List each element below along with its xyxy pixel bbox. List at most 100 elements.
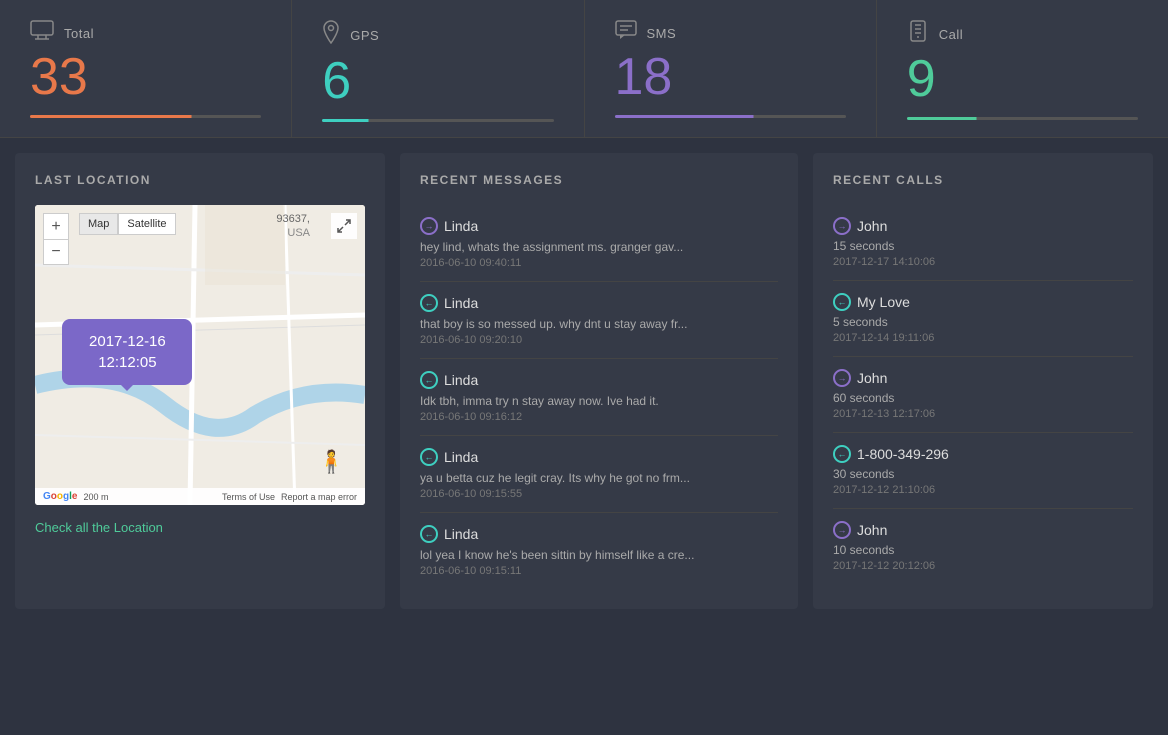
map-usa-label: USA: [287, 227, 310, 239]
call-item: ← My Love 5 seconds 2017-12-14 19:11:06: [833, 281, 1133, 357]
call-duration: 60 seconds: [833, 391, 1133, 405]
message-sender-name: Linda: [444, 526, 478, 542]
stat-call: Call 9: [877, 0, 1168, 137]
map-expand-button[interactable]: [331, 213, 357, 239]
call-value: 9: [907, 53, 1138, 105]
message-text: lol yea I know he's been sittin by himse…: [420, 548, 778, 562]
map-report: Report a map error: [281, 492, 357, 502]
total-label: Total: [64, 26, 94, 41]
call-item: → John 10 seconds 2017-12-12 20:12:06: [833, 509, 1133, 584]
gps-label: GPS: [350, 28, 379, 43]
recent-calls-title: RECENT CALLS: [833, 173, 1133, 187]
map-type-map-button[interactable]: Map: [79, 213, 118, 235]
call-contact-name: John: [857, 370, 887, 386]
message-time: 2016-06-10 09:15:55: [420, 488, 778, 500]
message-item: → Linda hey lind, whats the assignment m…: [420, 205, 778, 282]
call-direction-icon: →: [833, 369, 851, 387]
map-overlay-text: 93637,: [276, 213, 310, 225]
call-contact-name: My Love: [857, 294, 910, 310]
call-contact-name: 1-800-349-296: [857, 446, 949, 462]
message-text: hey lind, whats the assignment ms. grang…: [420, 240, 778, 254]
map-popup: 2017-12-16 12:12:05: [62, 319, 192, 385]
main-content: LAST LOCATION: [0, 138, 1168, 624]
message-time: 2016-06-10 09:40:11: [420, 257, 778, 269]
map-footer: Google 200 m Terms of Use Report a map e…: [35, 488, 365, 505]
gps-value: 6: [322, 55, 553, 107]
message-text: that boy is so messed up. why dnt u stay…: [420, 317, 778, 331]
message-sender-row: ← Linda: [420, 525, 778, 543]
stats-bar: Total 33 GPS 6: [0, 0, 1168, 138]
call-time: 2017-12-14 19:11:06: [833, 332, 1133, 344]
call-duration: 5 seconds: [833, 315, 1133, 329]
recent-calls-panel: RECENT CALLS → John 15 seconds 2017-12-1…: [813, 153, 1153, 609]
message-sender-row: ← Linda: [420, 448, 778, 466]
sms-value: 18: [615, 51, 846, 103]
call-time: 2017-12-13 12:17:06: [833, 408, 1133, 420]
stat-total: Total 33: [0, 0, 292, 137]
call-time: 2017-12-12 20:12:06: [833, 560, 1133, 572]
sms-bar: [615, 115, 846, 118]
total-value: 33: [30, 51, 261, 103]
message-sender-row: ← Linda: [420, 294, 778, 312]
calls-list: → John 15 seconds 2017-12-17 14:10:06 ← …: [833, 205, 1133, 584]
message-item: ← Linda ya u betta cuz he legit cray. It…: [420, 436, 778, 513]
last-location-title: LAST LOCATION: [35, 173, 365, 187]
check-location-link[interactable]: Check all the Location: [35, 520, 163, 535]
message-item: ← Linda that boy is so messed up. why dn…: [420, 282, 778, 359]
recent-messages-title: RECENT MESSAGES: [420, 173, 778, 187]
message-sender-name: Linda: [444, 218, 478, 234]
call-direction-icon: ←: [833, 445, 851, 463]
call-time: 2017-12-17 14:10:06: [833, 256, 1133, 268]
map-popup-time: 12:12:05: [80, 354, 174, 371]
map-container: 93637, USA + − Map Satellite: [35, 205, 365, 505]
sms-icon: [615, 20, 637, 46]
map-type-controls: Map Satellite: [79, 213, 176, 235]
map-zoom-out-button[interactable]: −: [43, 239, 69, 265]
map-zoom-controls: + −: [43, 213, 69, 265]
message-sender-row: → Linda: [420, 217, 778, 235]
call-item: → John 60 seconds 2017-12-13 12:17:06: [833, 357, 1133, 433]
call-duration: 10 seconds: [833, 543, 1133, 557]
message-time: 2016-06-10 09:15:11: [420, 565, 778, 577]
call-bar: [907, 117, 1138, 120]
messages-list: → Linda hey lind, whats the assignment m…: [420, 205, 778, 589]
gps-bar: [322, 119, 553, 122]
message-text: Idk tbh, imma try n stay away now. Ive h…: [420, 394, 778, 408]
contact-direction-icon: ←: [420, 294, 438, 312]
message-text: ya u betta cuz he legit cray. Its why he…: [420, 471, 778, 485]
google-logo: Google: [43, 491, 77, 502]
sms-label: SMS: [647, 26, 677, 41]
call-contact-row: ← My Love: [833, 293, 1133, 311]
message-time: 2016-06-10 09:20:10: [420, 334, 778, 346]
call-direction-icon: →: [833, 521, 851, 539]
stat-gps: GPS 6: [292, 0, 584, 137]
monitor-icon: [30, 20, 54, 46]
map-terms: Terms of Use: [222, 492, 275, 502]
map-scale: 200 m: [83, 492, 108, 502]
call-direction-icon: ←: [833, 293, 851, 311]
map-zoom-in-button[interactable]: +: [43, 213, 69, 239]
contact-direction-icon: ←: [420, 371, 438, 389]
call-item: → John 15 seconds 2017-12-17 14:10:06: [833, 205, 1133, 281]
stat-sms: SMS 18: [585, 0, 877, 137]
last-location-panel: LAST LOCATION: [15, 153, 385, 609]
call-label: Call: [939, 27, 963, 42]
call-contact-name: John: [857, 218, 887, 234]
call-direction-icon: →: [833, 217, 851, 235]
message-item: ← Linda Idk tbh, imma try n stay away no…: [420, 359, 778, 436]
call-icon: [907, 20, 929, 48]
call-contact-row: ← 1-800-349-296: [833, 445, 1133, 463]
message-sender-name: Linda: [444, 295, 478, 311]
contact-direction-icon: →: [420, 217, 438, 235]
recent-messages-panel: RECENT MESSAGES → Linda hey lind, whats …: [400, 153, 798, 609]
call-contact-row: → John: [833, 217, 1133, 235]
map-type-satellite-button[interactable]: Satellite: [118, 213, 175, 235]
message-sender-name: Linda: [444, 449, 478, 465]
call-contact-name: John: [857, 522, 887, 538]
call-duration: 30 seconds: [833, 467, 1133, 481]
map-popup-date: 2017-12-16: [80, 333, 174, 350]
message-time: 2016-06-10 09:16:12: [420, 411, 778, 423]
call-duration: 15 seconds: [833, 239, 1133, 253]
call-time: 2017-12-12 21:10:06: [833, 484, 1133, 496]
map-background: 93637, USA + − Map Satellite: [35, 205, 365, 505]
